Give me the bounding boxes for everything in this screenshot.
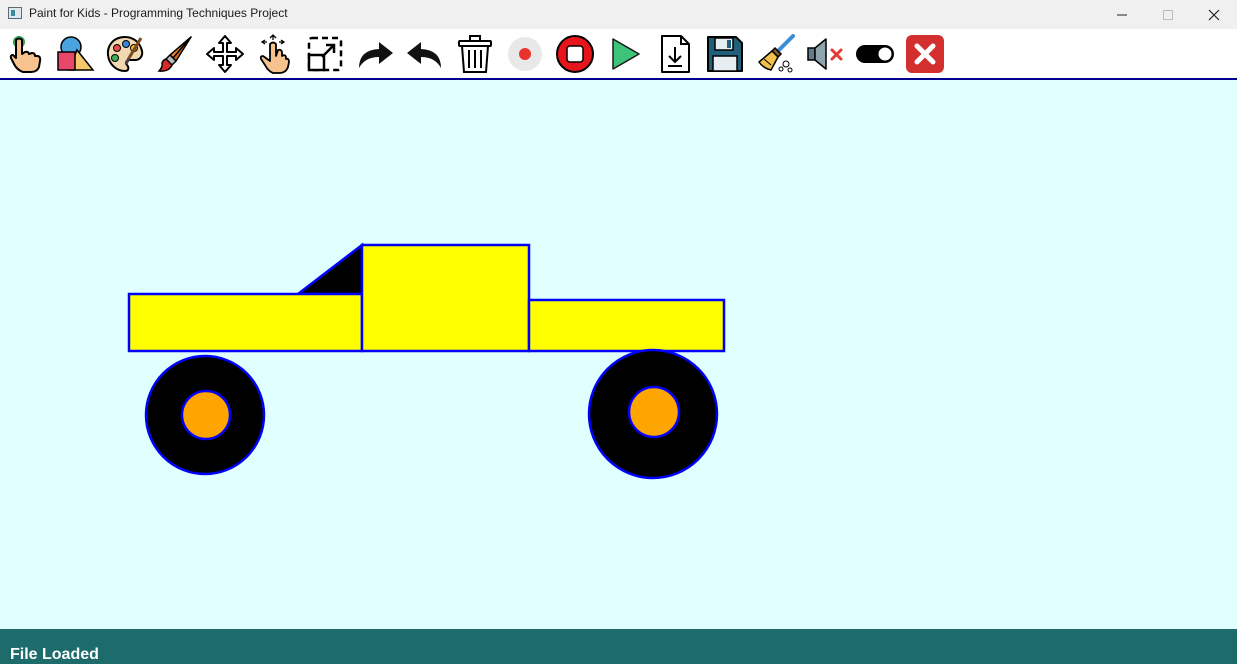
- play-button[interactable]: [603, 32, 647, 76]
- brush-tool-button[interactable]: [153, 32, 197, 76]
- close-button[interactable]: [1191, 0, 1237, 29]
- maximize-icon: [1163, 9, 1173, 20]
- drag-tool-button[interactable]: [253, 32, 297, 76]
- clear-button[interactable]: [753, 32, 797, 76]
- move-arrows-icon: [206, 35, 244, 73]
- windshield-triangle[interactable]: [294, 242, 364, 296]
- save-button[interactable]: [703, 32, 747, 76]
- mute-icon: [807, 38, 843, 70]
- drag-hand-icon: [259, 34, 290, 74]
- bed-rectangle[interactable]: [527, 298, 726, 353]
- minimize-button[interactable]: [1099, 0, 1145, 29]
- select-hand-icon: [9, 36, 42, 73]
- resize-icon: [307, 36, 343, 72]
- shapes-tool-button[interactable]: [53, 32, 97, 76]
- stop-icon: [556, 35, 594, 73]
- delete-button[interactable]: [453, 32, 497, 76]
- record-button[interactable]: [503, 32, 547, 76]
- trash-icon: [458, 35, 492, 73]
- stop-button[interactable]: [553, 32, 597, 76]
- status-bar: File Loaded: [0, 629, 1237, 664]
- load-file-icon: [661, 35, 690, 73]
- clear-broom-icon: [758, 34, 795, 73]
- front-hub[interactable]: [180, 389, 232, 441]
- exit-button[interactable]: [903, 32, 947, 76]
- save-icon: [707, 36, 743, 72]
- minimize-icon: [1117, 14, 1127, 15]
- window-title: Paint for Kids - Programming Techniques …: [29, 6, 288, 20]
- exit-icon: [906, 35, 944, 73]
- drawing-canvas[interactable]: [0, 80, 1237, 629]
- title-bar: Paint for Kids - Programming Techniques …: [0, 0, 1237, 29]
- resize-tool-button[interactable]: [303, 32, 347, 76]
- load-button[interactable]: [653, 32, 697, 76]
- select-tool-button[interactable]: [3, 32, 47, 76]
- undo-icon: [407, 42, 441, 68]
- app-window: Paint for Kids - Programming Techniques …: [0, 0, 1237, 664]
- rear-hub[interactable]: [627, 385, 681, 439]
- canvas-drawing: [127, 242, 726, 480]
- app-icon: [8, 7, 22, 19]
- cab-rectangle[interactable]: [360, 243, 531, 353]
- toggle-icon: [856, 45, 894, 63]
- undo-button[interactable]: [403, 32, 447, 76]
- maximize-button[interactable]: [1145, 0, 1191, 29]
- palette-tool-button[interactable]: [103, 32, 147, 76]
- play-icon: [612, 38, 640, 70]
- hood-rectangle[interactable]: [127, 292, 364, 353]
- status-message: File Loaded: [10, 646, 99, 663]
- toggle-button[interactable]: [853, 32, 897, 76]
- move-tool-button[interactable]: [203, 32, 247, 76]
- record-icon: [508, 37, 542, 71]
- paint-brush-icon: [157, 36, 192, 72]
- redo-icon: [359, 42, 393, 68]
- toolbar: [0, 29, 1237, 81]
- color-palette-icon: [106, 35, 144, 73]
- redo-button[interactable]: [353, 32, 397, 76]
- shapes-icon: [57, 36, 95, 71]
- close-icon: [1208, 9, 1220, 20]
- mute-button[interactable]: [803, 32, 847, 76]
